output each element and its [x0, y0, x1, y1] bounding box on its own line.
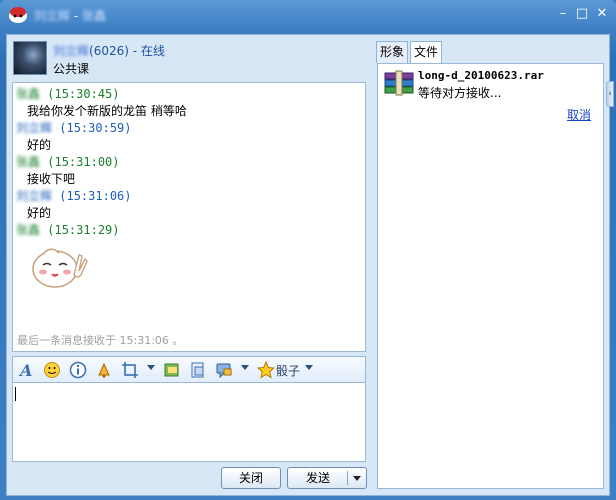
contact-signature: 公共课 — [53, 62, 90, 76]
file-status: 等待对方接收... — [418, 86, 502, 100]
contact-header: 刘立辉(6026) - 在线 公共课 — [13, 39, 371, 79]
message-header: 刘立辉 (15:30:59) — [16, 119, 132, 136]
message-time: (15:31:29) — [47, 223, 120, 237]
window-title: 刘立辉 - 张鑫 — [34, 7, 106, 24]
maximize-button[interactable]: □ — [573, 5, 591, 23]
contact-status: - 在线 — [128, 44, 165, 58]
file-transfer-panel: long-d_20100623.rar 等待对方接收... 取消 — [377, 63, 604, 489]
tab-avatar[interactable]: 形象 — [376, 41, 409, 63]
rar-archive-icon — [384, 70, 414, 96]
send-label: 发送 — [305, 471, 330, 485]
title-bar[interactable]: 刘立辉 - 张鑫 – □ ✕ — [0, 0, 616, 30]
close-window-button[interactable]: ✕ — [593, 5, 611, 23]
close-button[interactable]: 关闭 — [221, 467, 281, 489]
title-separator: - — [70, 9, 82, 23]
message-time: (15:31:06) — [59, 189, 132, 203]
client-area: 刘立辉(6026) - 在线 公共课 张鑫 (15:30:45) 我给你发个新版… — [6, 34, 614, 496]
message-time: (15:31:00) — [47, 155, 120, 169]
title-self-name: 刘立辉 — [34, 9, 71, 23]
send-image-icon[interactable] — [163, 361, 181, 379]
app-logo-icon — [9, 7, 27, 23]
message-input[interactable] — [12, 382, 366, 462]
message-time: (15:30:59) — [59, 121, 132, 135]
message-sender: 张鑫 — [16, 87, 41, 101]
history-dropdown-icon[interactable] — [241, 365, 249, 370]
message-text: 我给你发个新版的龙笛 稍等哈 — [27, 104, 187, 118]
dice-star-icon[interactable] — [257, 361, 275, 379]
message-header: 张鑫 (15:31:00) — [16, 153, 120, 170]
chat-history-icon[interactable] — [215, 361, 233, 379]
dice-dropdown-icon[interactable] — [305, 365, 313, 370]
contact-display-name[interactable]: 刘立辉 — [53, 44, 89, 58]
input-toolbar: A 骰子 — [12, 356, 366, 382]
avatar[interactable] — [13, 41, 47, 75]
font-icon[interactable]: A — [18, 361, 36, 379]
message-sender: 张鑫 — [16, 155, 41, 169]
file-name: long-d_20100623.rar — [418, 69, 544, 82]
info-icon[interactable] — [69, 361, 87, 379]
send-button[interactable]: 发送 — [287, 467, 367, 489]
screenshot-dropdown-icon[interactable] — [147, 365, 155, 370]
message-header: 张鑫 (15:31:29) — [16, 221, 120, 238]
emoticon-icon[interactable] — [43, 361, 61, 379]
contact-name[interactable]: 刘立辉(6026) - 在线 — [53, 42, 165, 59]
chat-window: 刘立辉 - 张鑫 – □ ✕ 刘立辉(6026) - 在线 公共课 张鑫 (15… — [0, 0, 616, 500]
collapse-panel-handle[interactable]: ‹ — [606, 81, 614, 107]
nudge-bell-icon[interactable] — [95, 361, 113, 379]
contact-id: (6026) — [89, 44, 129, 58]
message-sender: 刘立辉 — [16, 121, 53, 135]
screenshot-icon[interactable] — [121, 361, 139, 379]
victory-emoticon-icon — [32, 248, 88, 288]
message-text: 接收下吧 — [27, 172, 76, 186]
message-header: 张鑫 (15:30:45) — [16, 85, 120, 102]
cancel-transfer-link[interactable]: 取消 — [567, 106, 591, 123]
send-options-dropdown-icon[interactable] — [353, 476, 361, 481]
svg-text:A: A — [18, 361, 32, 379]
message-text: 好的 — [27, 138, 52, 152]
text-caret — [15, 387, 16, 401]
message-sender: 张鑫 — [16, 223, 41, 237]
last-received-note: 最后一条消息接收于 15:31:06 。 — [17, 334, 184, 347]
message-text: 好的 — [27, 206, 52, 220]
tab-file[interactable]: 文件 — [410, 41, 443, 64]
dice-label[interactable]: 骰子 — [276, 362, 300, 379]
send-file-icon[interactable] — [189, 361, 207, 379]
message-header: 刘立辉 (15:31:06) — [16, 187, 132, 204]
minimize-button[interactable]: – — [554, 5, 572, 23]
message-time: (15:30:45) — [47, 87, 120, 101]
message-sender: 刘立辉 — [16, 189, 53, 203]
title-peer-name: 张鑫 — [81, 9, 106, 23]
chat-history[interactable]: 张鑫 (15:30:45) 我给你发个新版的龙笛 稍等哈 刘立辉 (15:30:… — [12, 82, 366, 352]
send-split-divider — [347, 471, 348, 485]
